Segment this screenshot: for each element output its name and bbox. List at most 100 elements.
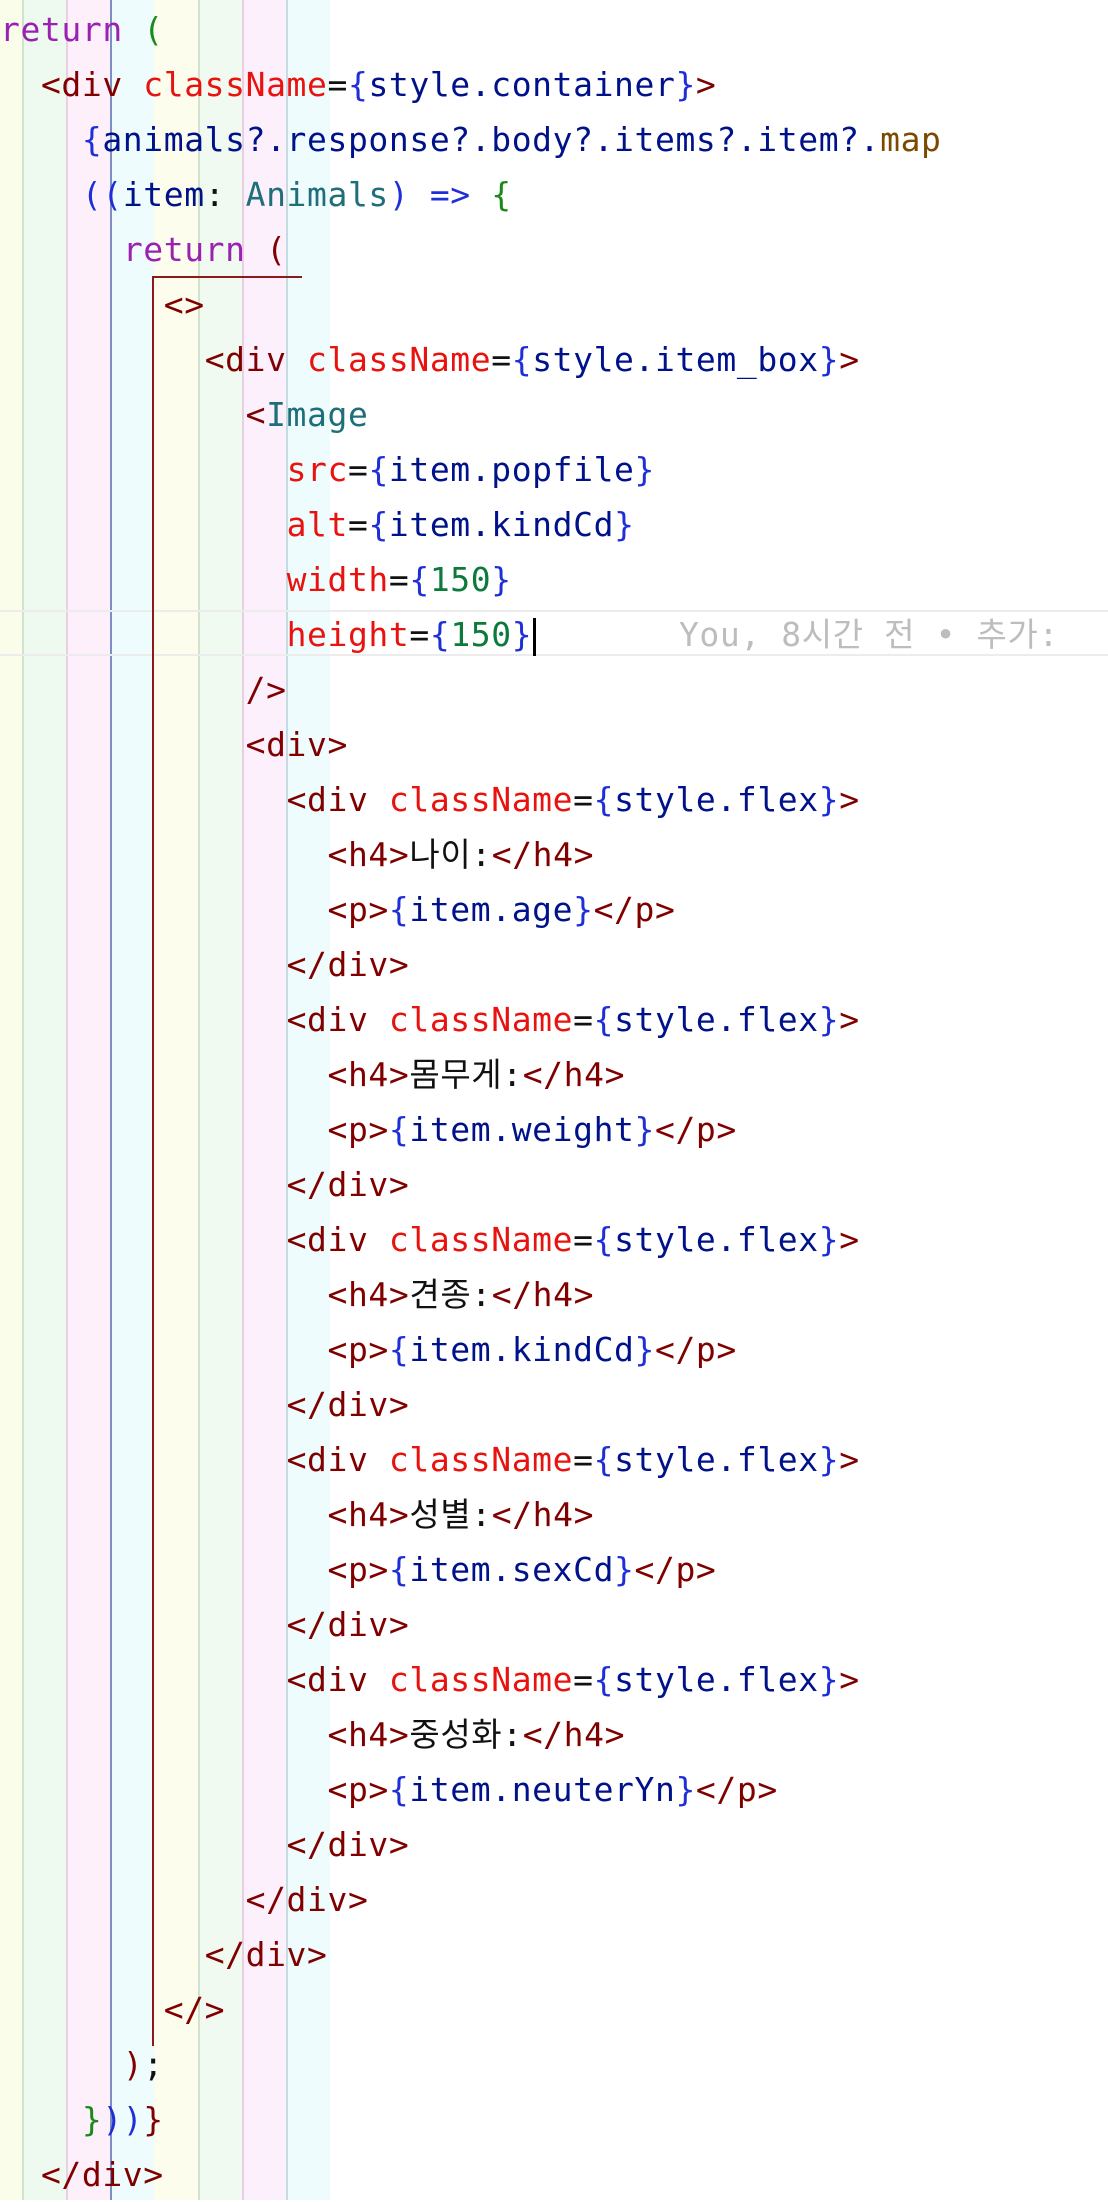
token-tag: > [695,65,717,104]
code-line[interactable]: </div> [0,1377,1108,1432]
token-text: = [491,340,512,379]
token-tag: <h4> [327,1715,410,1754]
code-line[interactable]: alt={item.kindCd} [0,497,1108,552]
code-line[interactable]: <h4>몸무게:</h4> [0,1047,1108,1102]
token-variable: style.flex [614,780,819,819]
code-line[interactable]: width={150} [0,552,1108,607]
code-line[interactable]: height={150} You, 8시간 전 • 추가: [0,607,1108,662]
token-tag: <h4> [327,1275,410,1314]
code-line[interactable]: <p>{item.kindCd}</p> [0,1322,1108,1377]
token-brace: => [429,175,471,214]
token-brace: { [388,1330,410,1369]
token-attribute: className [143,65,328,104]
code-line[interactable]: <h4>성별:</h4> [0,1487,1108,1542]
code-line[interactable]: {animals?.response?.body?.items?.item?.m… [0,112,1108,167]
code-line[interactable]: </div> [0,1927,1108,1982]
token-number: 150 [429,560,492,599]
code-line[interactable]: <div className={style.item_box}> [0,332,1108,387]
code-line[interactable]: ((item: Animals) => { [0,167,1108,222]
code-line[interactable]: </div> [0,2147,1108,2202]
token-text: = [573,1000,594,1039]
code-line[interactable]: <p>{item.neuterYn}</p> [0,1762,1108,1817]
code-line[interactable]: ); [0,2037,1108,2092]
token-brace: { [388,1550,410,1589]
token-text: ; [143,2045,164,2084]
code-line[interactable]: <h4>중성화:</h4> [0,1707,1108,1762]
code-line[interactable]: <p>{item.sexCd}</p> [0,1542,1108,1597]
token-variable: item.age [409,890,574,929]
code-line[interactable]: <p>{item.weight}</p> [0,1102,1108,1157]
token-text: = [573,1660,594,1699]
code-line[interactable]: <div> [0,717,1108,772]
code-line[interactable]: src={item.popfile} [0,442,1108,497]
token-tag: </p> [654,1330,737,1369]
token-tag: <h4> [327,1495,410,1534]
token-brace: { [388,890,410,929]
token-paren: ( [143,10,164,49]
token-text: 몸무게: [409,1055,523,1094]
token-paren: } [81,2100,103,2139]
code-line[interactable]: <p>{item.age}</p> [0,882,1108,937]
token-tag: </p> [654,1110,737,1149]
token-text: 성별: [409,1495,492,1534]
token-tag: <> [163,285,205,324]
code-line[interactable]: </div> [0,1597,1108,1652]
code-line[interactable]: return ( [0,2,1108,57]
token-brace: (( [81,175,123,214]
token-tag: <p> [327,1550,389,1589]
code-line[interactable]: </div> [0,1872,1108,1927]
token-variable: item.weight [409,1110,635,1149]
token-brace: } [675,1770,696,1809]
code-line[interactable]: }))} [0,2092,1108,2147]
token-variable: item.kindCd [409,1330,635,1369]
token-brace: { [593,1660,615,1699]
token-tag: > [839,1220,860,1259]
token-brace: ) [388,175,410,214]
token-tag: </h4> [522,1055,626,1094]
code-line[interactable]: /> [0,662,1108,717]
code-editor[interactable]: return ( <div className={style.container… [0,0,1108,2200]
token-text: : [204,175,246,214]
code-line[interactable]: </> [0,1982,1108,2037]
code-line[interactable]: <div className={style.container}> [0,57,1108,112]
code-line[interactable]: <h4>견종:</h4> [0,1267,1108,1322]
token-blame-annotation: You, 8시간 전 • 추가: [678,615,1059,654]
code-line[interactable]: <div className={style.flex}> [0,1652,1108,1707]
code-line[interactable]: return ( [0,222,1108,277]
token-brace: { [593,1440,615,1479]
code-line[interactable]: </div> [0,937,1108,992]
token-tag: <div [286,1000,369,1039]
code-line[interactable]: <Image [0,387,1108,442]
code-line[interactable]: <div className={style.flex}> [0,1432,1108,1487]
code-line[interactable]: <div className={style.flex}> [0,1212,1108,1267]
code-line[interactable]: <div className={style.flex}> [0,772,1108,827]
token-brace: } [511,615,533,654]
code-line[interactable]: <div className={style.flex}> [0,992,1108,1047]
token-tag: ) [122,2045,144,2084]
token-tag: <div [286,1220,369,1259]
token-text: = [327,65,348,104]
token-tag: </h4> [491,1275,595,1314]
token-tag: <h4> [327,1055,410,1094]
code-line[interactable]: </div> [0,1157,1108,1212]
code-line[interactable]: </div> [0,1817,1108,1872]
token-text: 중성화: [409,1715,523,1754]
token-brace: } [675,65,696,104]
token-brace: { [388,1110,410,1149]
code-line[interactable]: <> [0,277,1108,332]
token-variable: item.popfile [388,450,635,489]
code-line[interactable]: <h4>나이:</h4> [0,827,1108,882]
